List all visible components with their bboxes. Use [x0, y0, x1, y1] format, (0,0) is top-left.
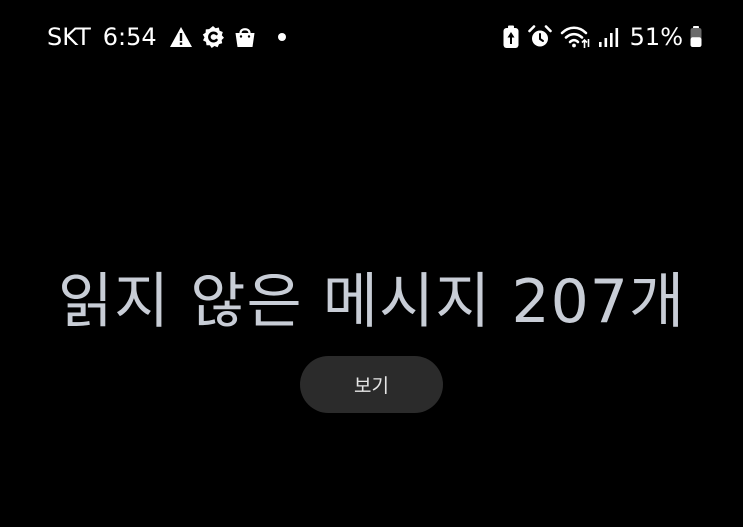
status-bar-right: 51% [502, 20, 703, 54]
c-badge-icon [201, 25, 225, 49]
wifi-icon [560, 25, 590, 49]
clock-time: 6:54 [102, 23, 157, 51]
status-bar: SKT 6:54 51% [0, 0, 743, 72]
status-bar-left: SKT 6:54 [47, 20, 287, 54]
unread-messages-headline: 읽지 않은 메시지 207개 [57, 267, 686, 337]
dot-icon [277, 32, 287, 42]
alarm-icon [527, 25, 552, 49]
carrier-label: SKT [47, 23, 91, 51]
battery-percentage: 51% [629, 23, 683, 51]
signal-icon [598, 25, 620, 49]
battery-icon [689, 25, 703, 49]
shopping-bag-icon [233, 25, 257, 49]
warning-icon [169, 26, 193, 48]
battery-saver-icon [502, 25, 520, 49]
view-button[interactable]: 보기 [300, 356, 443, 413]
